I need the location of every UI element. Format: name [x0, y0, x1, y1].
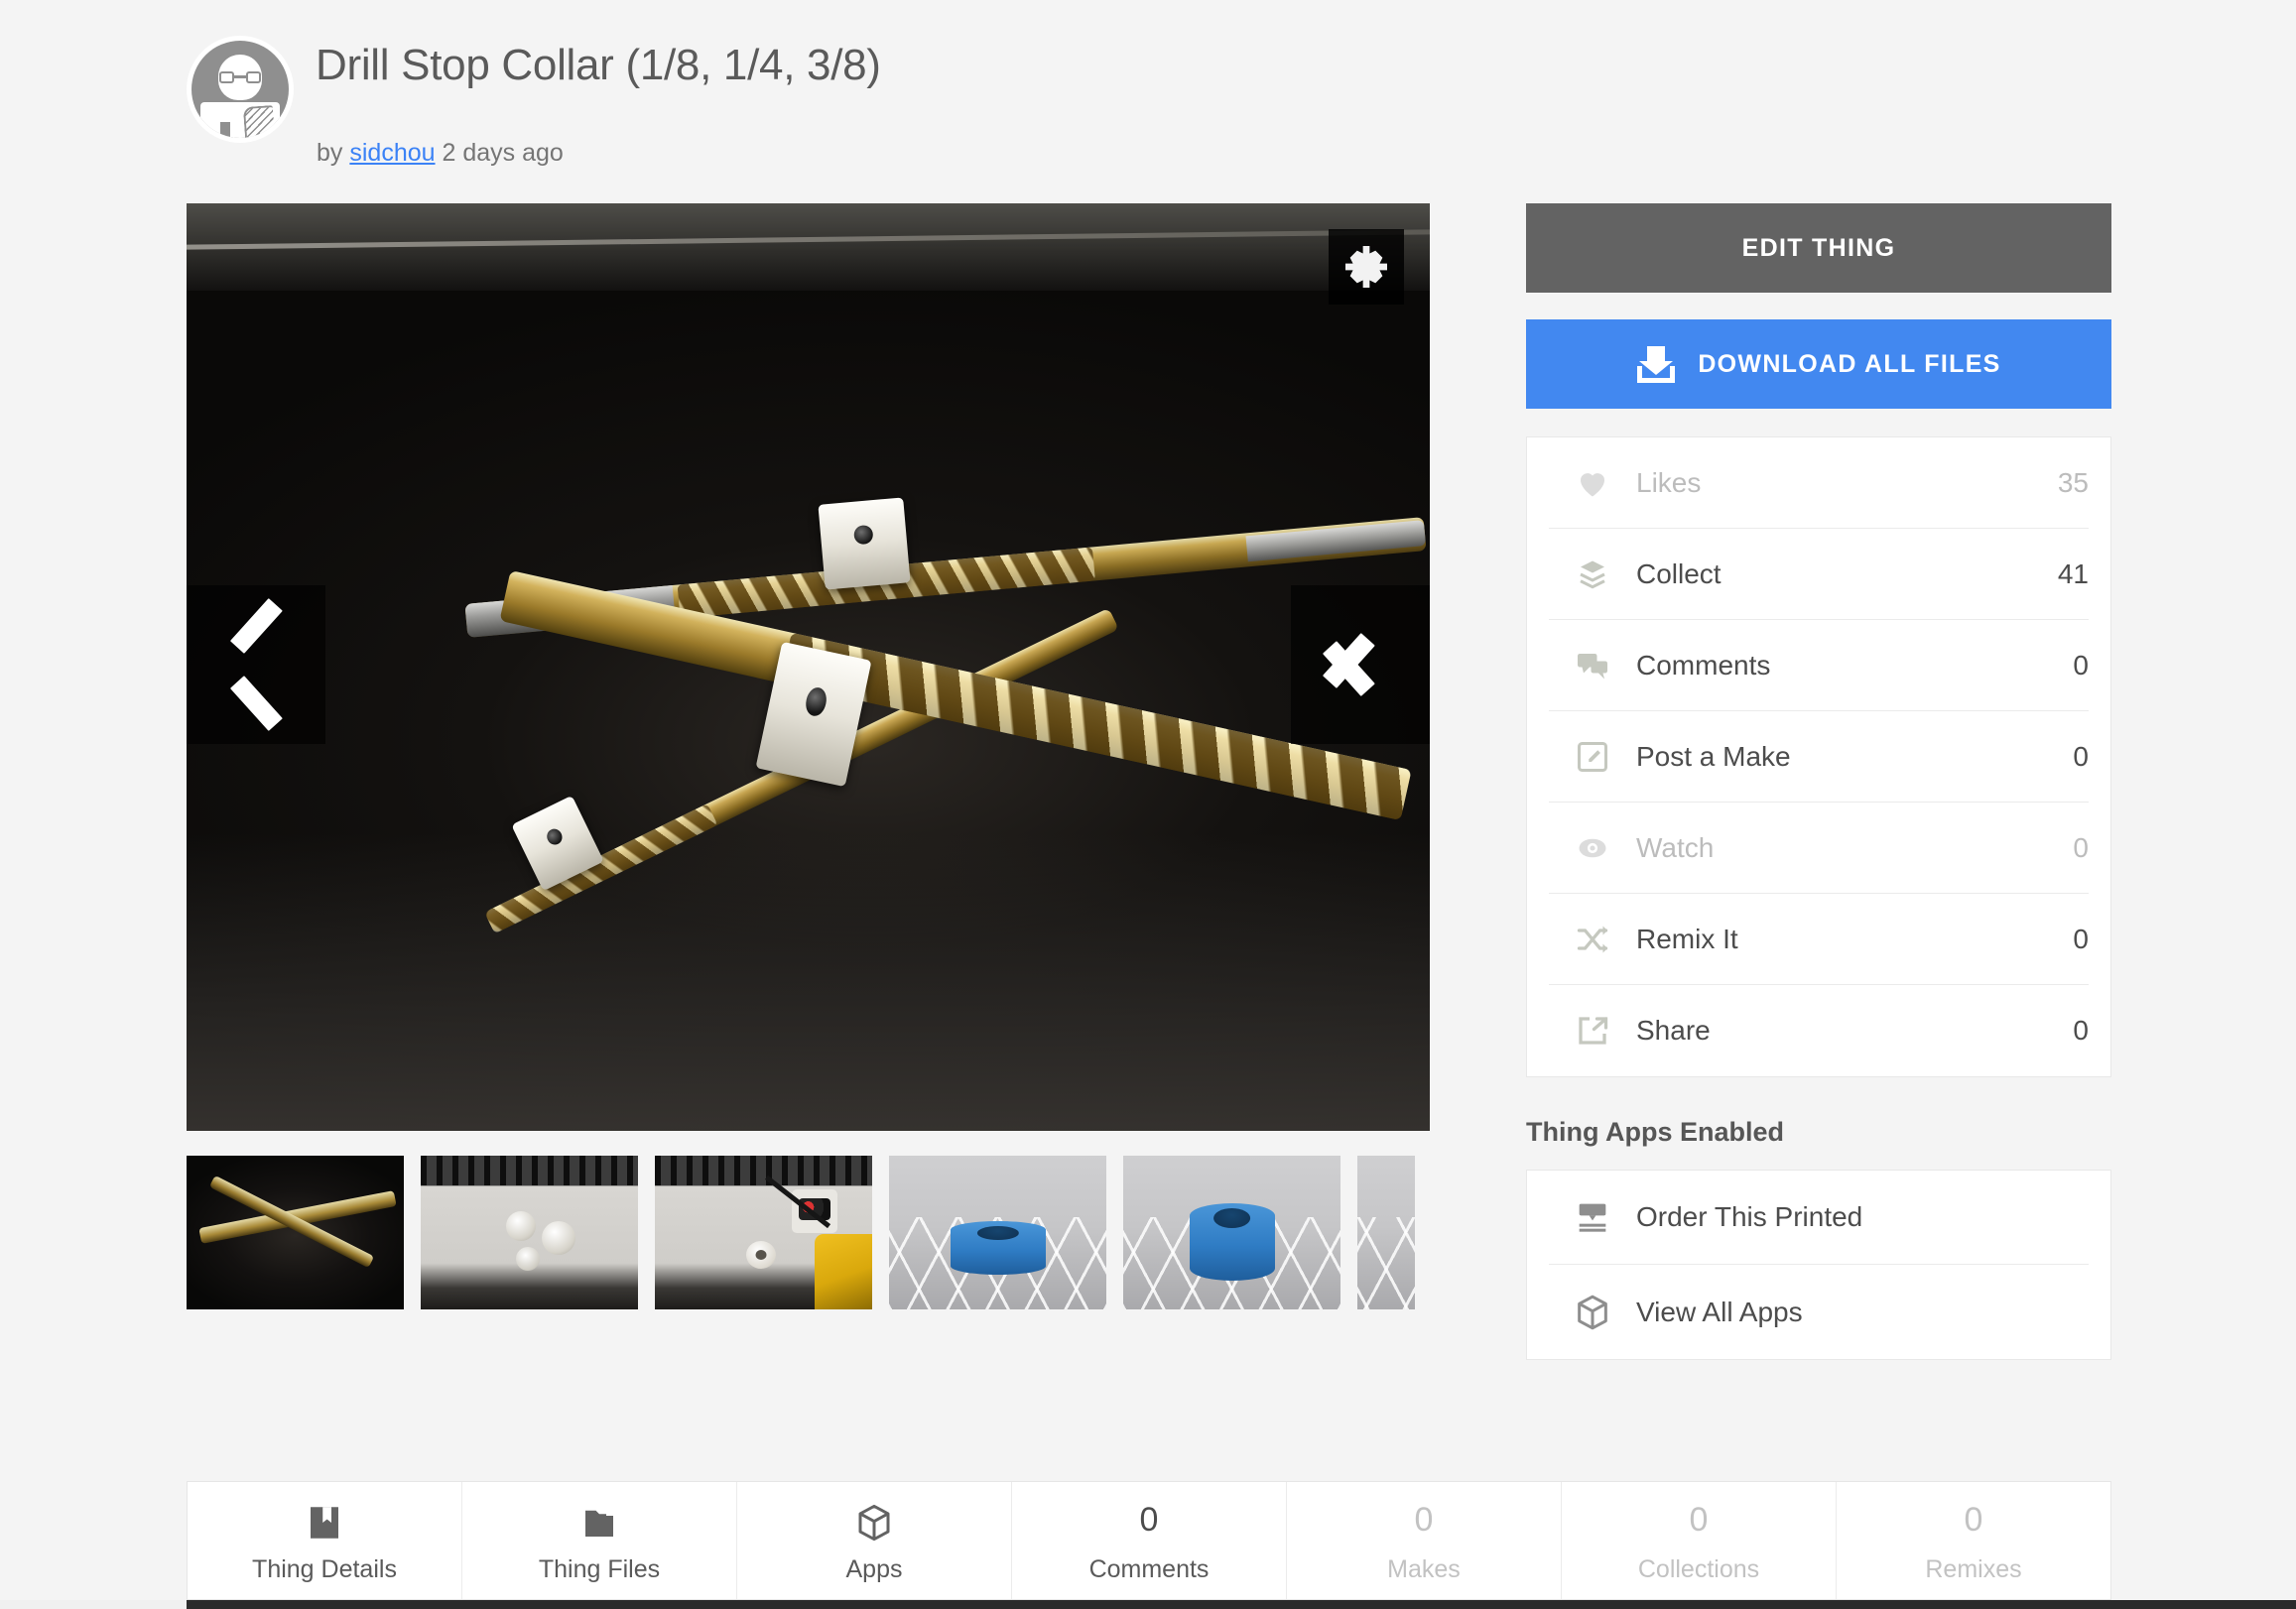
stat-row-share[interactable]: Share 0 [1549, 985, 2089, 1076]
tab-count: 0 [1139, 1501, 1159, 1539]
sidebar: EDIT THING DOWNLOAD ALL FILES Likes 35 C… [1526, 203, 2111, 1360]
horizontal-scrollbar[interactable] [0, 1600, 2296, 1609]
tab-count: 0 [1689, 1501, 1709, 1539]
thumbnail-strip[interactable] [187, 1156, 1430, 1309]
stat-value: 0 [2073, 740, 2089, 772]
tab-comments[interactable]: 0 Comments [1012, 1482, 1287, 1599]
tab-count: 0 [1964, 1501, 1983, 1539]
stat-label: Watch [1636, 831, 1715, 863]
tab-apps[interactable]: Apps [737, 1482, 1012, 1599]
heart-icon [1549, 465, 1636, 501]
stat-label: Likes [1636, 466, 1702, 498]
tab-label: Makes [1387, 1554, 1461, 1583]
tab-label: Thing Details [252, 1554, 397, 1583]
download-button-label: DOWNLOAD ALL FILES [1698, 349, 2001, 378]
folder-icon [578, 1498, 620, 1544]
download-all-files-button[interactable]: DOWNLOAD ALL FILES [1526, 319, 2111, 409]
stats-panel: Likes 35 Collect 41 Comments 0 Post a Ma… [1526, 436, 2111, 1077]
share-icon [1549, 1013, 1636, 1049]
eye-icon [1549, 830, 1636, 866]
stat-row-watch[interactable]: Watch 0 [1549, 803, 2089, 894]
cube-icon [853, 1498, 895, 1544]
stat-value: 0 [2073, 923, 2089, 954]
tab-thing-details[interactable]: Thing Details [188, 1482, 462, 1599]
tab-makes[interactable]: 0 Makes [1287, 1482, 1562, 1599]
layers-icon [1549, 557, 1636, 592]
download-icon [1636, 344, 1676, 384]
thumbnail-item[interactable] [1123, 1156, 1340, 1309]
author-link[interactable]: sidchou [349, 139, 435, 167]
stat-row-remix-it[interactable]: Remix It 0 [1549, 894, 2089, 985]
shuffle-icon [1549, 922, 1636, 957]
tab-remixes[interactable]: 0 Remixes [1837, 1482, 2110, 1599]
edit-note-icon [1549, 739, 1636, 775]
tab-label: Apps [845, 1554, 903, 1583]
stat-row-likes[interactable]: Likes 35 [1549, 437, 2089, 529]
tab-thing-files[interactable]: Thing Files [462, 1482, 737, 1599]
user-avatar-icon [191, 41, 289, 138]
thumbnail-item[interactable] [655, 1156, 872, 1309]
main-image [187, 203, 1430, 1131]
stat-row-comments[interactable]: Comments 0 [1549, 620, 2089, 711]
main-image-viewer[interactable] [187, 203, 1430, 1131]
book-icon [304, 1498, 345, 1544]
chevron-right-icon[interactable] [1291, 585, 1430, 744]
tab-label: Collections [1637, 1554, 1760, 1583]
stat-label: Remix It [1636, 923, 1738, 954]
thumbnail-item[interactable] [421, 1156, 638, 1309]
thing-apps-panel: Order This Printed View All Apps [1526, 1170, 2111, 1360]
cube-icon [1549, 1293, 1636, 1332]
fullscreen-expand-icon[interactable] [1329, 229, 1404, 305]
chevron-left-icon[interactable] [187, 585, 325, 744]
comment-icon [1549, 648, 1636, 683]
stat-label: Share [1636, 1015, 1711, 1046]
stat-row-collect[interactable]: Collect 41 [1549, 529, 2089, 620]
thing-page: Drill Stop Collar (1/8, 1/4, 3/8) by sid… [0, 0, 2296, 1609]
byline-prefix: by [317, 139, 343, 167]
stat-value: 0 [2073, 649, 2089, 681]
printer-icon [1549, 1197, 1636, 1237]
avatar[interactable] [187, 36, 294, 143]
tab-label: Comments [1088, 1554, 1210, 1583]
posted-time: 2 days ago [442, 139, 564, 167]
app-label: Order This Printed [1636, 1201, 1863, 1232]
thumbnail-item[interactable] [187, 1156, 404, 1309]
app-row-view-all-apps[interactable]: View All Apps [1549, 1265, 2089, 1359]
stat-value: 41 [2057, 557, 2089, 589]
stat-row-post-a-make[interactable]: Post a Make 0 [1549, 711, 2089, 803]
byline: by sidchou 2 days ago [317, 139, 564, 168]
thumbnail-item[interactable] [889, 1156, 1106, 1309]
stat-value: 0 [2073, 831, 2089, 863]
app-row-order-this-printed[interactable]: Order This Printed [1549, 1171, 2089, 1265]
page-header: Drill Stop Collar (1/8, 1/4, 3/8) by sid… [187, 22, 1675, 167]
app-label: View All Apps [1636, 1296, 1803, 1327]
tab-label: Thing Files [538, 1554, 661, 1583]
page-title: Drill Stop Collar (1/8, 1/4, 3/8) [316, 41, 881, 89]
content-tabbar[interactable]: Thing Details Thing Files Apps 0 Comment… [187, 1481, 2111, 1600]
stat-label: Comments [1636, 649, 1771, 681]
stat-label: Post a Make [1636, 740, 1791, 772]
stat-value: 35 [2057, 466, 2089, 498]
thing-apps-title: Thing Apps Enabled [1526, 1117, 1784, 1147]
tab-count: 0 [1414, 1501, 1434, 1539]
thumbnail-item[interactable] [1357, 1156, 1415, 1309]
tab-label: Remixes [1925, 1554, 2022, 1583]
edit-thing-button[interactable]: EDIT THING [1526, 203, 2111, 293]
stat-value: 0 [2073, 1015, 2089, 1046]
stat-label: Collect [1636, 557, 1722, 589]
tab-collections[interactable]: 0 Collections [1562, 1482, 1837, 1599]
